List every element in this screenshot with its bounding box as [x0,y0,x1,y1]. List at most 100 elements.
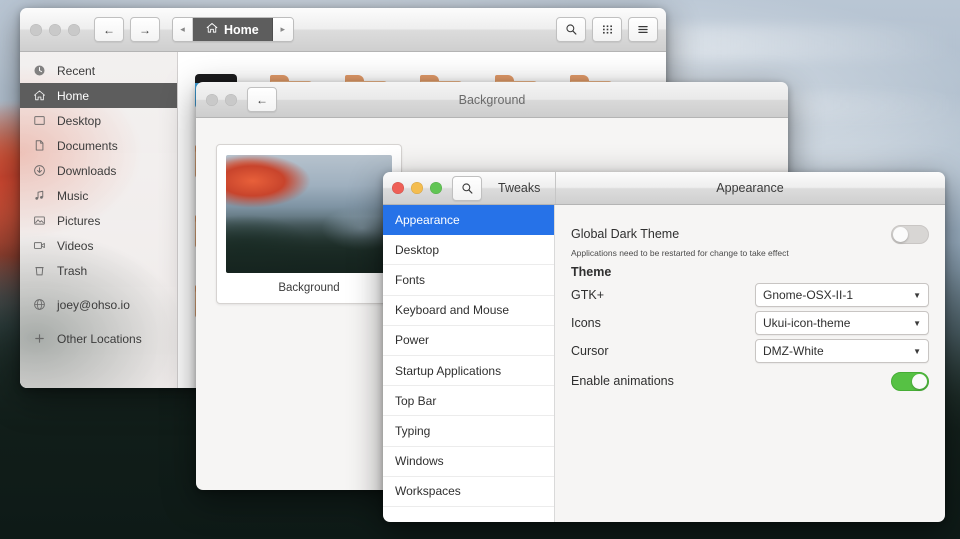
document-icon [32,139,47,152]
sidebar-item-documents[interactable]: Documents [20,133,177,158]
global-dark-theme-row: Global Dark Theme [571,221,929,247]
back-button[interactable]: ← [247,87,277,112]
tweaks-sidebar-label: Top Bar [395,393,437,408]
sidebar-item-music[interactable]: Music [20,183,177,208]
hamburger-icon [638,26,648,33]
search-icon [461,182,472,194]
picture-icon [32,214,47,227]
gtk-theme-row: GTK+ Gnome-OSX-II-1 ▼ [571,282,929,308]
window-controls[interactable] [383,182,442,194]
tweaks-titlebar: Tweaks Appearance [383,172,945,205]
window-title: Background [458,92,526,107]
breadcrumb-prev-arrow[interactable]: ◂ [173,18,193,41]
sidebar-item-label: Other Locations [57,331,142,346]
cursor-theme-select[interactable]: DMZ-White ▼ [755,339,929,363]
tab-windows[interactable]: Windows [383,447,554,477]
tweaks-search-button[interactable] [452,175,482,201]
el-capitan-thumbnail [226,155,392,273]
sidebar-item-recent[interactable]: Recent [20,58,177,83]
menu-button[interactable] [628,17,658,42]
tab-top-bar[interactable]: Top Bar [383,386,554,417]
tweaks-sidebar-label: Fonts [395,272,426,287]
search-button[interactable] [556,17,586,42]
breadcrumb-next-arrow[interactable]: ▸ [272,18,293,41]
window-controls[interactable] [196,93,237,106]
sidebar-item-label: joey@ohso.io [57,297,130,312]
video-icon [32,239,47,252]
tweaks-sidebar-label: Desktop [395,242,440,257]
gtk-theme-label: GTK+ [571,288,604,302]
tab-typing[interactable]: Typing [383,416,554,447]
tab-power[interactable]: Power [383,326,554,356]
breadcrumb[interactable]: ◂ Home ▸ [172,17,294,42]
sidebar-item-label: Documents [57,138,118,153]
icons-theme-select[interactable]: Ukui-icon-theme ▼ [755,311,929,335]
global-dark-theme-note: Applications need to be restarted for ch… [571,248,789,258]
wallpaper-card[interactable]: Background [216,144,402,304]
tab-desktop[interactable]: Desktop [383,235,554,266]
chevron-down-icon: ▼ [913,346,921,356]
enable-animations-label: Enable animations [571,374,674,388]
global-dark-theme-toggle[interactable] [891,224,929,244]
theme-section-heading: Theme [571,265,612,279]
icons-theme-row: Icons Ukui-icon-theme ▼ [571,310,929,336]
close-button[interactable] [30,23,42,36]
download-icon [32,164,47,177]
sidebar-item-trash[interactable]: Trash [20,258,177,283]
sidebar-item-label: Pictures [57,213,101,228]
grid-icon [602,25,612,34]
maximize-button[interactable] [430,182,442,194]
sidebar-item-label: Home [57,88,90,103]
close-button[interactable] [206,93,218,106]
minimize-button[interactable] [411,182,423,194]
tab-keyboard-and-mouse[interactable]: Keyboard and Mouse [383,296,554,326]
view-grid-button[interactable] [592,17,622,42]
cursor-theme-value: DMZ-White [763,344,824,358]
tab-appearance[interactable]: Appearance [383,205,554,236]
window-controls[interactable] [20,23,80,36]
search-icon [565,24,576,35]
trash-icon [32,264,47,277]
toggle-knob [893,226,908,242]
sidebar-item-label: Desktop [57,113,102,128]
gtk-theme-select[interactable]: Gnome-OSX-II-1 ▼ [755,283,929,307]
home-icon [206,22,218,37]
gtk-theme-value: Gnome-OSX-II-1 [763,288,854,302]
sidebar-item-label: Downloads [57,163,117,178]
file-manager-titlebar: ← → ◂ Home ▸ [20,8,666,52]
sidebar-item-label: Trash [57,263,88,278]
chevron-down-icon: ▼ [913,318,921,328]
page-title: Appearance [716,181,784,195]
forward-button[interactable]: → [130,17,160,42]
sidebar-item-network[interactable]: joey@ohso.io [20,292,177,317]
sidebar-item-other-locations[interactable]: Other Locations [20,326,177,351]
tab-fonts[interactable]: Fonts [383,265,554,296]
sidebar-divider [20,283,177,292]
minimize-button[interactable] [49,23,61,36]
tweaks-sidebar-label: Power [395,333,430,348]
desktop-icon [32,114,47,127]
icons-theme-value: Ukui-icon-theme [763,316,851,330]
minimize-button[interactable] [225,93,237,106]
enable-animations-toggle[interactable] [891,371,929,391]
sidebar-item-videos[interactable]: Videos [20,233,177,258]
sidebar-item-label: Recent [57,63,96,78]
tweaks-sidebar-label: Keyboard and Mouse [395,303,510,318]
maximize-button[interactable] [68,23,80,36]
home-icon [32,89,47,102]
cursor-theme-label: Cursor [571,344,609,358]
tweaks-window[interactable]: Tweaks Appearance Appearance Desktop Fon… [383,172,945,522]
icons-theme-label: Icons [571,316,601,330]
back-button[interactable]: ← [94,17,124,42]
breadcrumb-item-home[interactable]: Home [193,18,273,41]
sidebar-item-desktop[interactable]: Desktop [20,108,177,133]
close-button[interactable] [392,182,404,194]
tab-startup-applications[interactable]: Startup Applications [383,356,554,387]
sidebar-item-downloads[interactable]: Downloads [20,158,177,183]
tweaks-sidebar[interactable]: Appearance Desktop Fonts Keyboard and Mo… [383,205,555,522]
places-sidebar[interactable]: Recent Home Desktop Documents Downloads … [20,52,178,388]
network-icon [32,298,47,311]
sidebar-item-home[interactable]: Home [20,83,177,108]
tab-workspaces[interactable]: Workspaces [383,477,554,507]
sidebar-item-pictures[interactable]: Pictures [20,208,177,233]
